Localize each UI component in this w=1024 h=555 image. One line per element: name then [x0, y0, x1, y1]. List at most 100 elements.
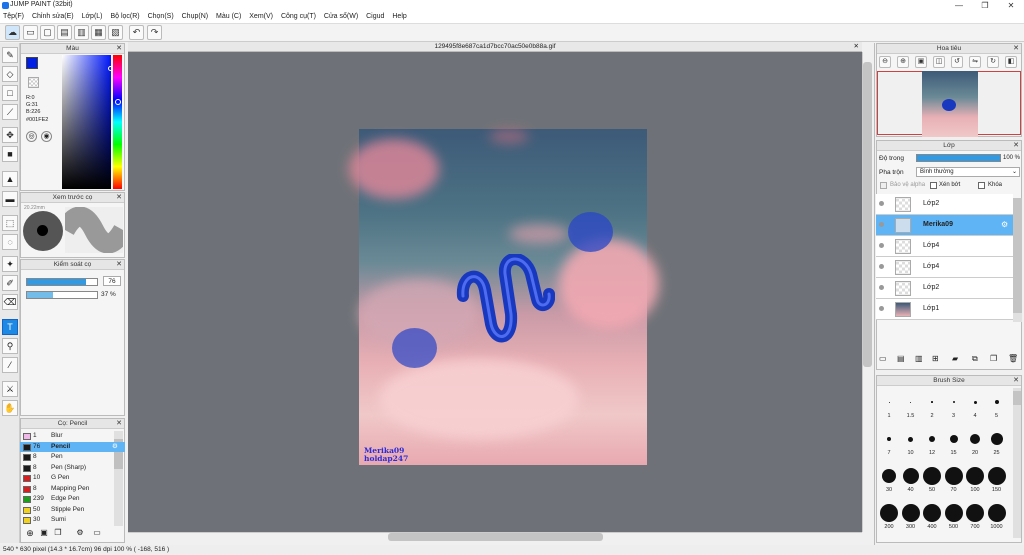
brush-size-scrollbar[interactable]: [1013, 388, 1021, 538]
brush-size-option[interactable]: 1000: [987, 499, 1007, 535]
bucket-tool-icon[interactable]: ▲: [2, 171, 18, 187]
brush-size-option[interactable]: 25: [987, 425, 1007, 461]
layer-type-icon[interactable]: ▥: [915, 354, 923, 363]
fit-icon[interactable]: ▣: [915, 56, 927, 68]
new-layer-icon[interactable]: ▭: [879, 354, 887, 363]
minimize-button[interactable]: —: [948, 0, 970, 12]
document-canvas[interactable]: Merika09 holdap247: [349, 129, 659, 465]
brush-size-option[interactable]: 70: [944, 462, 964, 498]
brush-size-option[interactable]: 500: [944, 499, 964, 535]
rotate-left-icon[interactable]: ↺: [951, 56, 963, 68]
brush-size-option[interactable]: 2: [922, 388, 942, 424]
brush-item-mapping-pen[interactable]: 8 Mapping Pen: [20, 484, 125, 495]
brush-size-option[interactable]: 4: [965, 388, 985, 424]
menu-select[interactable]: Chọn(S): [145, 12, 177, 21]
eye-icon[interactable]: [879, 222, 884, 227]
eye-icon[interactable]: [879, 201, 884, 206]
reset-view-icon[interactable]: ◧: [1005, 56, 1017, 68]
duplicate-icon[interactable]: ❐: [990, 354, 997, 363]
saturation-value-box[interactable]: [62, 55, 111, 189]
brush-size-option[interactable]: 7: [879, 425, 899, 461]
brush-size-option[interactable]: 300: [901, 499, 921, 535]
undo-icon[interactable]: ↶: [129, 25, 144, 40]
layer-item[interactable]: Lớp2: [876, 194, 1013, 215]
brush-item-edge-pen[interactable]: 239 Edge Pen: [20, 494, 125, 505]
eyedropper-icon[interactable]: ⁄: [2, 357, 18, 373]
blend-mode-select[interactable]: Bình thường ⌄: [916, 167, 1020, 177]
layer-list-scrollbar[interactable]: [1013, 198, 1022, 322]
brush-size-option[interactable]: 20: [965, 425, 985, 461]
globe-icon[interactable]: ⊕: [24, 528, 36, 540]
brush-item-g-pen[interactable]: 10 G Pen: [20, 473, 125, 484]
brush-size-option[interactable]: 700: [965, 499, 985, 535]
magic-wand-icon[interactable]: ✦: [2, 256, 18, 272]
flip-icon[interactable]: ⇋: [969, 56, 981, 68]
brush-size-option[interactable]: 1.5: [901, 388, 921, 424]
background-color[interactable]: [28, 77, 39, 88]
menu-layer[interactable]: Lớp(L): [79, 12, 106, 21]
gear-icon[interactable]: ⚙: [1001, 220, 1008, 229]
close-icon[interactable]: ✕: [116, 44, 122, 54]
chat-icon[interactable]: ▤: [57, 25, 72, 40]
brush-size-option[interactable]: 150: [987, 462, 1007, 498]
lasso-icon[interactable]: ◌: [2, 234, 18, 250]
select-rect-icon[interactable]: ⬚: [2, 215, 18, 231]
brush-size-option[interactable]: 200: [879, 499, 899, 535]
rotate-right-icon[interactable]: ↻: [987, 56, 999, 68]
menu-file[interactable]: Tệp(F): [0, 12, 27, 21]
layer-item[interactable]: Lớp1: [876, 299, 1013, 320]
color-picker-icon[interactable]: ◉: [41, 131, 52, 142]
gradient-tool-icon[interactable]: ▬: [2, 191, 18, 207]
layer-effect-icon[interactable]: ⊞: [932, 354, 939, 363]
hand-tool-icon[interactable]: ✋: [2, 400, 18, 416]
merge-icon[interactable]: ⧉: [972, 354, 978, 364]
redo-icon[interactable]: ↷: [147, 25, 162, 40]
brush-size-slider[interactable]: [26, 278, 98, 286]
eye-icon[interactable]: [879, 243, 884, 248]
folder-icon[interactable]: ▰: [952, 354, 958, 363]
brush-item-sumi[interactable]: 30 Sumi: [20, 515, 125, 526]
close-icon[interactable]: ✕: [1013, 44, 1019, 54]
grid-icon[interactable]: ▦: [91, 25, 106, 40]
document-tab[interactable]: 129495f8e687ca1d7bcc70ac50e0b88a.gif ✕: [128, 42, 862, 52]
layer-item[interactable]: Lớp4: [876, 257, 1013, 278]
close-icon[interactable]: ✕: [116, 419, 122, 429]
hue-cursor[interactable]: [115, 99, 121, 105]
menu-edit[interactable]: Chỉnh sửa(E): [29, 12, 77, 21]
layer-item[interactable]: Lớp4: [876, 236, 1013, 257]
brush-size-option[interactable]: 40: [901, 462, 921, 498]
close-button[interactable]: ✕: [1000, 0, 1022, 12]
comment-icon[interactable]: ▢: [40, 25, 55, 40]
color-wheel-icon[interactable]: ◎: [26, 131, 37, 142]
line-tool-icon[interactable]: ⟋: [2, 104, 18, 120]
menu-capture[interactable]: Chụp(N): [179, 12, 211, 21]
layer-item[interactable]: Lớp2: [876, 278, 1013, 299]
select-eraser-icon[interactable]: ⌫: [2, 294, 18, 310]
close-icon[interactable]: ✕: [1013, 376, 1019, 386]
brush-size-option[interactable]: 10: [901, 425, 921, 461]
trash-icon[interactable]: 🗑: [1008, 354, 1018, 363]
folder-brush-icon[interactable]: ▭: [91, 528, 103, 540]
settings-brush-icon[interactable]: ⚙: [74, 528, 86, 540]
eye-icon[interactable]: [879, 306, 884, 311]
close-icon[interactable]: ✕: [1013, 141, 1019, 151]
zoom-out-icon[interactable]: ⊖: [879, 56, 891, 68]
hue-slider[interactable]: [113, 55, 122, 189]
new-layer-copy-icon[interactable]: ▤: [897, 354, 905, 363]
text-tool-icon[interactable]: T: [2, 319, 18, 335]
add-brush-icon[interactable]: ▣: [38, 528, 50, 540]
eraser-tool-icon[interactable]: ◇: [2, 66, 18, 82]
protect-alpha-checkbox[interactable]: [880, 182, 887, 189]
move-tool-icon[interactable]: ✥: [2, 127, 18, 143]
brush-size-option[interactable]: 30: [879, 462, 899, 498]
brush-size-option[interactable]: 3: [944, 388, 964, 424]
brush-size-value[interactable]: 76: [103, 276, 121, 286]
clipping-checkbox[interactable]: [930, 182, 937, 189]
layout-icon[interactable]: ▧: [108, 25, 123, 40]
new-file-icon[interactable]: ▭: [23, 25, 38, 40]
brush-item-stipple-pen[interactable]: 50 Stipple Pen: [20, 505, 125, 516]
menu-help[interactable]: Help: [389, 12, 409, 21]
brush-size-option[interactable]: 1: [879, 388, 899, 424]
close-icon[interactable]: ✕: [116, 260, 122, 270]
brush-size-option[interactable]: 50: [922, 462, 942, 498]
